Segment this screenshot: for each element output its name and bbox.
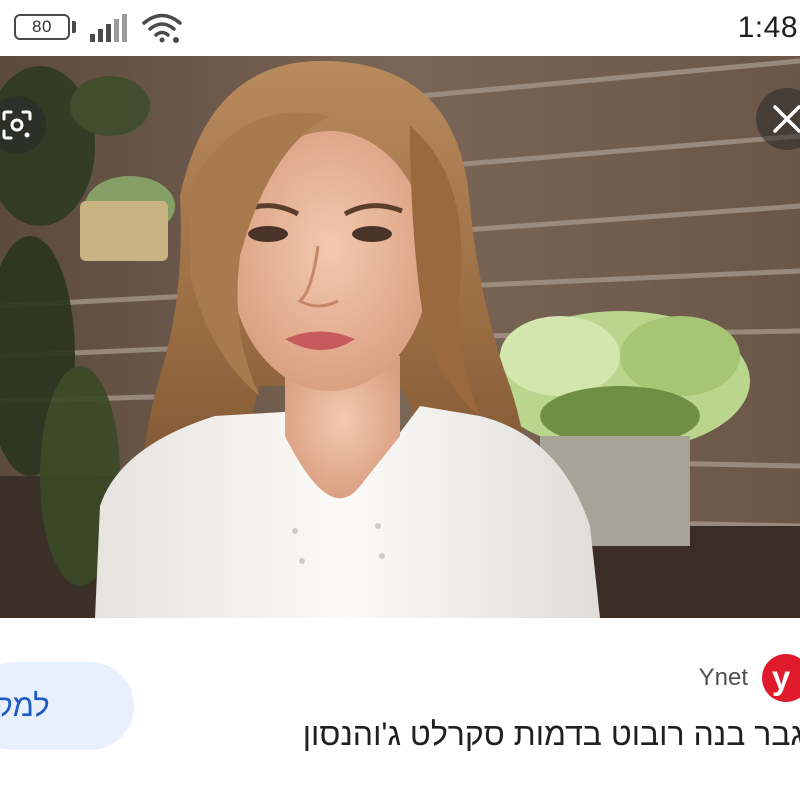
result-card: למקור y Ynet גבר בנה רובוט בדמות סקרלט ג… [0, 618, 800, 800]
clock: 1:48 [737, 11, 798, 44]
source-logo-letter: y [771, 659, 791, 696]
signal-strength-icon [90, 14, 127, 42]
battery-icon: 80 [14, 14, 70, 40]
status-bar: 80 1:48 [0, 0, 800, 56]
image-viewer[interactable] [0, 56, 800, 618]
visit-button-label: למקור [0, 688, 50, 723]
battery-tip [72, 21, 76, 33]
battery-level: 80 [32, 17, 52, 36]
wifi-icon [142, 13, 182, 43]
result-headline[interactable]: גבר בנה רובוט בדמות סקרלט ג'והנסון [303, 716, 800, 753]
close-icon [773, 105, 800, 133]
google-lens-icon [2, 110, 32, 140]
ynet-logo-icon: y [762, 654, 800, 702]
source-name[interactable]: Ynet [699, 664, 748, 692]
result-image [0, 56, 800, 618]
visit-source-button[interactable]: למקור [0, 662, 134, 750]
